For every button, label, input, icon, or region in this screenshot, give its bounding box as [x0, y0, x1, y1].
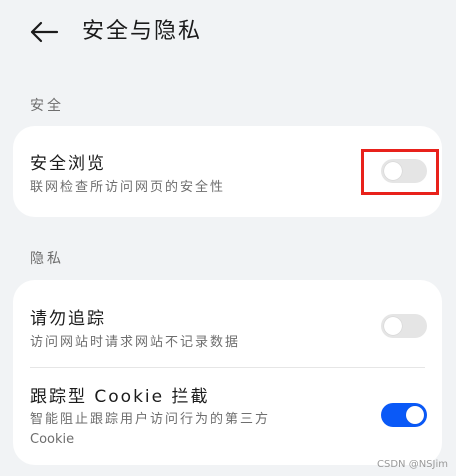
do-not-track-description: 访问网站时请求网站不记录数据	[30, 335, 241, 350]
cookie-blocking-toggle[interactable]	[381, 403, 427, 427]
watermark: CSDN @NSJim	[377, 459, 448, 470]
cookie-blocking-title: 跟踪型 Cookie 拦截	[30, 387, 210, 407]
toggle-knob	[406, 406, 424, 424]
safe-browsing-title: 安全浏览	[30, 154, 106, 174]
page-title: 安全与隐私	[82, 19, 203, 44]
back-arrow-icon	[30, 21, 59, 43]
section-label-privacy: 隐私	[30, 251, 64, 267]
cookie-blocking-description-line2: Cookie	[30, 432, 75, 447]
app-header: 安全与隐私	[0, 0, 456, 64]
do-not-track-toggle[interactable]	[381, 314, 427, 338]
do-not-track-title: 请勿追踪	[30, 309, 106, 329]
cookie-blocking-description-line1: 智能阻止跟踪用户访问行为的第三方	[30, 412, 271, 427]
safe-browsing-description: 联网检查所访问网页的安全性	[30, 180, 226, 195]
section-label-security: 安全	[30, 98, 64, 114]
privacy-card: 请勿追踪 访问网站时请求网站不记录数据 跟踪型 Cookie 拦截 智能阻止跟踪…	[13, 280, 442, 465]
back-button[interactable]	[24, 14, 64, 50]
highlight-annotation-box	[361, 149, 439, 195]
row-divider	[30, 367, 425, 368]
toggle-knob	[384, 317, 402, 335]
